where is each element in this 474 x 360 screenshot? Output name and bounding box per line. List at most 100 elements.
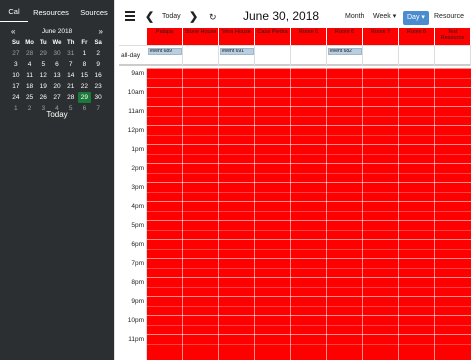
mini-calendar-day[interactable]: 9 (91, 59, 105, 70)
time-label: 9am (131, 70, 144, 77)
mini-calendar-day[interactable]: 12 (36, 70, 50, 81)
time-label: 8pm (131, 279, 144, 286)
resource-header: Casa Piedra (255, 28, 291, 45)
mini-calendar-day[interactable]: 27 (50, 92, 64, 103)
time-label: 12pm (127, 127, 144, 134)
sidebar: Cal Resources Sources « June 2018 » Su Mo… (0, 0, 114, 360)
mini-calendar-day[interactable]: 30 (91, 92, 105, 103)
all-day-cell[interactable] (255, 46, 291, 66)
mini-calendar-day[interactable]: 30 (50, 48, 64, 59)
resource-slots[interactable] (147, 68, 471, 360)
column-divider (326, 68, 327, 360)
mini-calendar-next-button[interactable]: » (99, 27, 103, 36)
menu-icon[interactable] (125, 11, 135, 21)
mini-calendar-day[interactable]: 19 (36, 81, 50, 92)
weekday-label: Fr (81, 39, 88, 46)
mini-calendar-day[interactable]: 6 (50, 59, 64, 70)
day-view-dropdown[interactable]: Day ▾ (403, 11, 429, 25)
mini-calendar-day[interactable]: 11 (23, 70, 37, 81)
resource-header: Room 6 (327, 28, 363, 45)
resource-header: Palapa (147, 28, 183, 45)
mini-calendar-header: « June 2018 » (9, 26, 105, 37)
mini-calendar-day[interactable]: 10 (9, 70, 23, 81)
slot-divider (147, 125, 471, 126)
mini-calendar-day[interactable]: 3 (9, 59, 23, 70)
today-button[interactable]: Today (162, 10, 181, 24)
mini-calendar: « June 2018 » Su Mo Tu We Th Fr Sa 27 28 29 30 31 1… (9, 26, 105, 114)
main-calendar: ❮ Today ❯ ↻ June 30, 2018 Month Week ▾ D… (114, 0, 474, 360)
slot-divider (147, 220, 471, 221)
mini-calendar-day[interactable]: 15 (78, 70, 92, 81)
mini-calendar-day[interactable]: 8 (78, 59, 92, 70)
mini-calendar-day[interactable]: 14 (64, 70, 78, 81)
all-day-cell[interactable] (399, 46, 435, 66)
time-label: 7pm (131, 260, 144, 267)
all-day-event[interactable]: event 691 (220, 48, 254, 55)
tab-cal[interactable]: Cal (0, 7, 28, 22)
mini-calendar-day[interactable]: 28 (64, 92, 78, 103)
mini-calendar-day[interactable]: 28 (23, 48, 37, 59)
mini-calendar-day[interactable]: 24 (9, 92, 23, 103)
tab-resources[interactable]: Resources (28, 8, 74, 22)
mini-calendar-day[interactable]: 21 (64, 81, 78, 92)
slot-divider (147, 277, 471, 278)
slot-divider (147, 239, 471, 240)
mini-calendar-day[interactable]: 29 (36, 48, 50, 59)
mini-calendar-day[interactable]: 20 (50, 81, 64, 92)
slot-divider (147, 286, 471, 288)
mini-calendar-day[interactable]: 7 (64, 59, 78, 70)
slot-divider (147, 106, 471, 107)
next-button[interactable]: ❯ (189, 10, 198, 24)
resource-header: Vera House (219, 28, 255, 45)
column-divider (182, 68, 183, 360)
all-day-event[interactable]: event 682 (328, 48, 362, 55)
mini-calendar-day[interactable]: 17 (9, 81, 23, 92)
week-view-dropdown[interactable]: Week ▾ (373, 10, 396, 24)
mini-calendar-day[interactable]: 16 (91, 70, 105, 81)
time-label: 6pm (131, 241, 144, 248)
slot-divider (147, 96, 471, 98)
month-view-button[interactable]: Month (345, 10, 364, 24)
weekday-label: Mo (25, 39, 34, 46)
mini-calendar-day[interactable]: 29 (77, 92, 92, 103)
column-divider (290, 68, 291, 360)
resource-view-button[interactable]: Resource (434, 10, 464, 24)
all-day-cell[interactable] (363, 46, 399, 66)
mini-calendar-day[interactable]: 22 (78, 81, 92, 92)
all-day-cell[interactable] (291, 46, 327, 66)
page-title: June 30, 2018 (243, 9, 320, 23)
all-day-cell[interactable] (435, 46, 471, 66)
mini-calendar-day[interactable]: 26 (36, 92, 50, 103)
time-label: 5pm (131, 222, 144, 229)
mini-calendar-day[interactable]: 31 (64, 48, 78, 59)
prev-button[interactable]: ❮ (145, 10, 154, 24)
resource-header: Room 8 (399, 28, 435, 45)
mini-calendar-day[interactable]: 18 (23, 81, 37, 92)
resource-header-row: Palapa Stone House Vera House Casa Piedra Ro… (119, 28, 471, 45)
slot-divider (147, 229, 471, 231)
weekday-label: We (52, 39, 62, 46)
sidebar-today-button[interactable]: Today (0, 110, 114, 119)
column-divider (362, 68, 363, 360)
mini-calendar-day[interactable]: 27 (9, 48, 23, 59)
refresh-icon[interactable]: ↻ (209, 10, 217, 24)
slot-divider (147, 305, 471, 307)
column-divider (398, 68, 399, 360)
slot-divider (147, 153, 471, 155)
mini-calendar-day[interactable]: 4 (23, 59, 37, 70)
mini-calendar-day[interactable]: 25 (23, 92, 37, 103)
all-day-event[interactable]: event 689 (148, 48, 182, 55)
all-day-cell[interactable] (183, 46, 219, 66)
slot-divider (147, 87, 471, 88)
mini-calendar-day[interactable]: 13 (50, 70, 64, 81)
slot-divider (147, 201, 471, 202)
mini-calendar-prev-button[interactable]: « (11, 27, 15, 36)
tab-sources[interactable]: Sources (74, 8, 114, 22)
slot-divider (147, 182, 471, 183)
column-divider (434, 68, 435, 360)
mini-calendar-day[interactable]: 23 (91, 81, 105, 92)
mini-calendar-day[interactable]: 2 (91, 48, 105, 59)
mini-calendar-day[interactable]: 1 (78, 48, 92, 59)
time-label: 2pm (131, 165, 144, 172)
mini-calendar-day[interactable]: 5 (36, 59, 50, 70)
